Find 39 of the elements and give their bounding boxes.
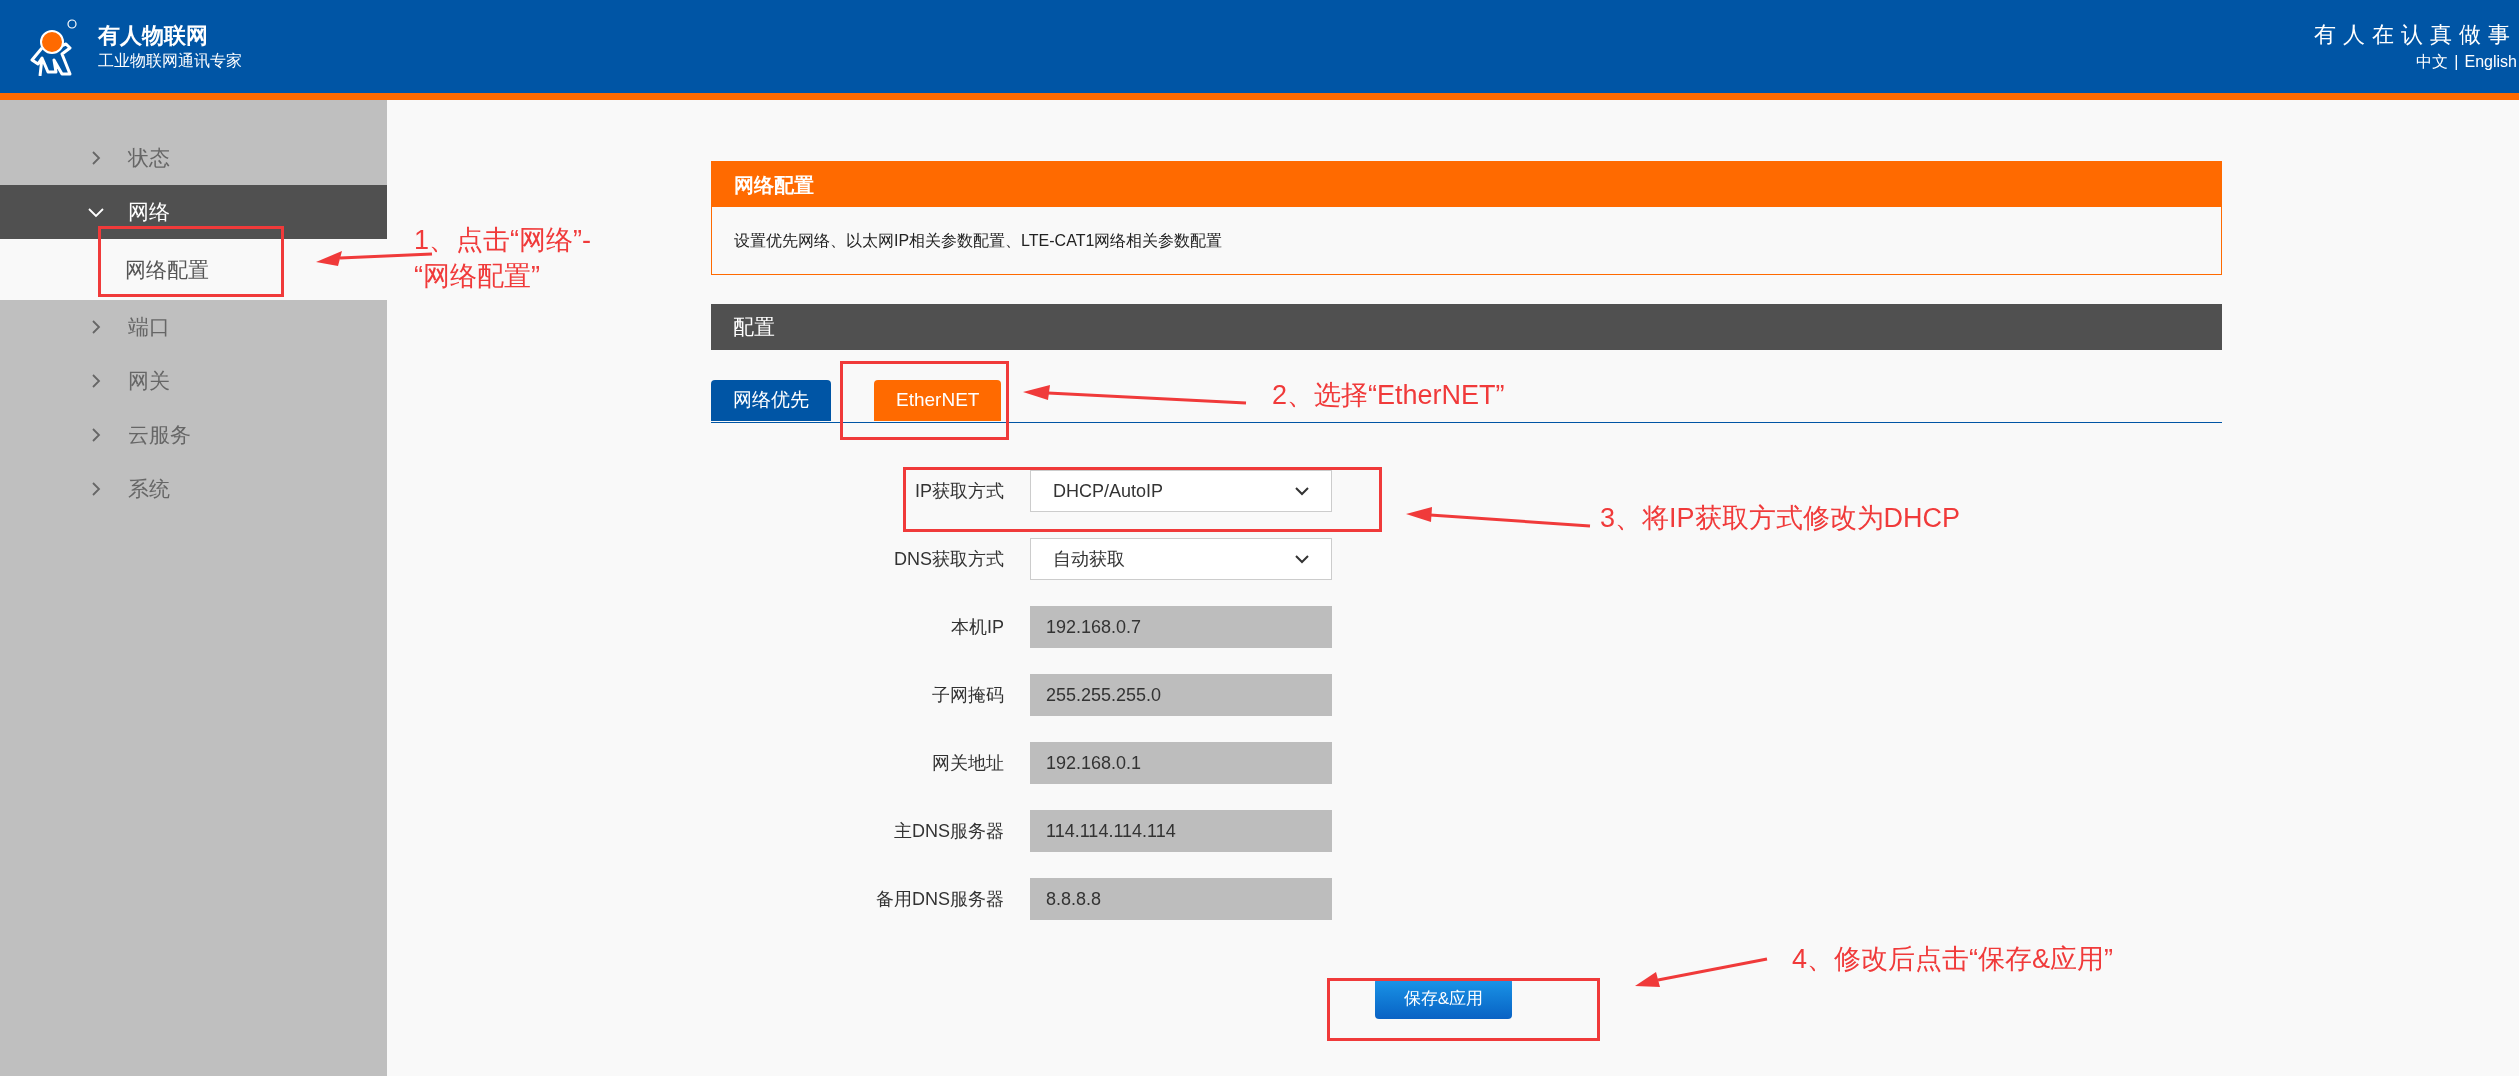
language-link[interactable]: 中文 (2416, 53, 2449, 70)
brand-name: 有人物联网 (98, 24, 209, 47)
field-label: 主DNS服务器 (893, 819, 1005, 843)
input-field[interactable]: 192.168.0.7 (1030, 606, 1332, 648)
chevron-right-icon (91, 428, 101, 442)
slogan: 有人在认真做事 (2314, 23, 2517, 46)
field-label: 网关地址 (931, 751, 1005, 775)
annotation-text: 1、点击“网络”- “网络配置” (414, 224, 591, 293)
chevron-down-icon (1295, 486, 1309, 496)
input-field[interactable]: 114.114.114.114 (1030, 810, 1332, 852)
dropdown-field[interactable]: DHCP/AutoIP (1030, 470, 1332, 512)
annotation-text: 4、修改后点击“保存&应用” (1792, 943, 2113, 976)
dropdown-field[interactable]: 自动获取 (1030, 538, 1332, 580)
chevron-right-icon (91, 482, 101, 496)
panel-description: 设置优先网络、以太网IP相关参数配置、LTE-CAT1网络相关参数配置 (733, 230, 1224, 251)
input-field[interactable]: 8.8.8.8 (1030, 878, 1332, 920)
language-link[interactable]: English (2464, 53, 2517, 70)
chevron-right-icon (91, 374, 101, 388)
separator: | (2454, 53, 2459, 70)
chevron-right-icon (91, 320, 101, 334)
annotation-text: 2、选择“EtherNET” (1272, 379, 1505, 412)
input-field[interactable]: 192.168.0.1 (1030, 742, 1332, 784)
section-title: 配置 (711, 304, 2222, 350)
panel-title: 网络配置 (712, 162, 2221, 207)
sidebar-item[interactable]: 网络 (0, 185, 387, 239)
field-label: 子网掩码 (931, 683, 1005, 707)
sidebar-subitem[interactable]: 网络配置 (0, 239, 387, 300)
brand-tagline: 工业物联网通讯专家 (98, 52, 242, 69)
chevron-right-icon (91, 151, 101, 165)
chevron-down-icon (88, 206, 104, 218)
input-field[interactable]: 255.255.255.0 (1030, 674, 1332, 716)
field-label: IP获取方式 (914, 479, 1005, 503)
tab[interactable]: 网络优先 (711, 380, 831, 421)
field-label: 备用DNS服务器 (875, 887, 1005, 911)
field-label: 本机IP (950, 615, 1005, 639)
save-apply-button[interactable]: 保存&应用 (1375, 978, 1512, 1019)
chevron-down-icon (1295, 554, 1309, 564)
field-label: DNS获取方式 (893, 547, 1005, 571)
annotation-text: 3、将IP获取方式修改为DHCP (1600, 502, 1961, 535)
